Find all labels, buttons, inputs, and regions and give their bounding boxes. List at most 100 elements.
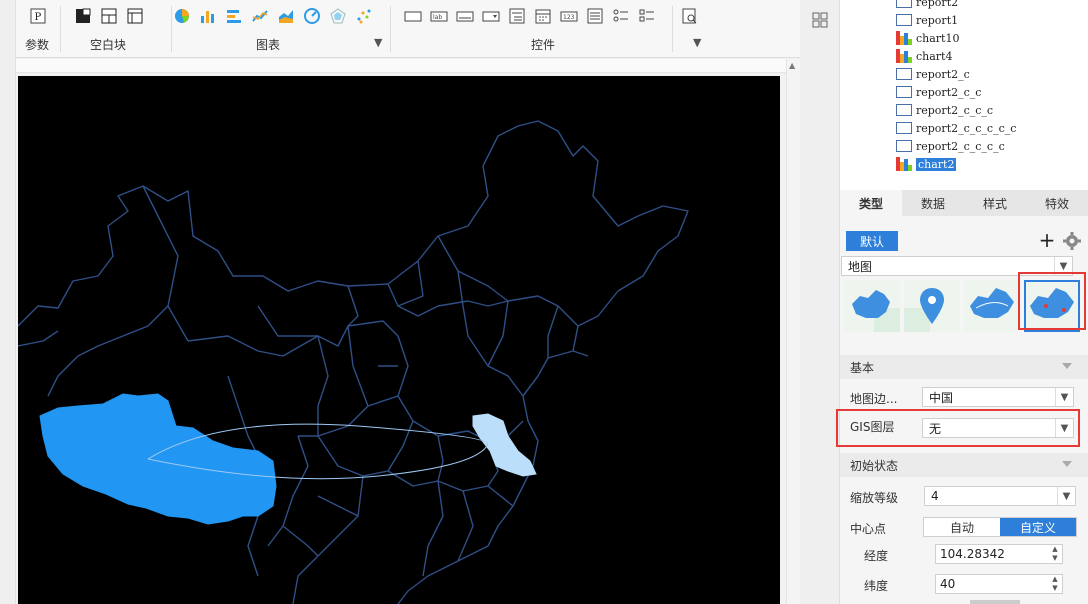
side-icon-rail bbox=[800, 0, 840, 604]
svg-text:lab: lab bbox=[433, 14, 442, 21]
gauge-chart-icon[interactable] bbox=[302, 6, 322, 26]
gear-icon[interactable] bbox=[1062, 231, 1082, 251]
radio-group-widget-icon[interactable] bbox=[611, 6, 631, 26]
tab-3[interactable]: 特效 bbox=[1026, 190, 1088, 216]
tree-item-chart[interactable]: chart4 bbox=[896, 48, 952, 64]
label-widget-icon[interactable]: lab bbox=[429, 6, 449, 26]
collapse-icon bbox=[1062, 363, 1072, 369]
tree-item-label: report1 bbox=[916, 13, 959, 27]
map-border-value: 中国 bbox=[929, 390, 954, 405]
insert-toolbar: P 参数 空白块 图表 ▼ lab 123 控件 ▼ bbox=[16, 0, 800, 58]
tree-item-report[interactable]: report2_c_c_c_c bbox=[896, 138, 1005, 154]
panel-scroll-thumb[interactable] bbox=[970, 600, 1020, 604]
gis-layer-value: 无 bbox=[929, 421, 942, 436]
tree-item-chart[interactable]: chart2 bbox=[896, 156, 957, 172]
map-border-select[interactable]: 中国 ▼ bbox=[922, 387, 1074, 407]
scroll-up-icon[interactable]: ▲ bbox=[789, 61, 795, 70]
map-canvas[interactable] bbox=[18, 76, 780, 604]
param-group: P 参数 bbox=[16, 0, 60, 58]
component-tree-icon[interactable] bbox=[812, 12, 828, 28]
left-collapse-strip[interactable] bbox=[0, 0, 16, 604]
map-border-label: 地图边... bbox=[850, 392, 898, 406]
textbox-widget-icon[interactable] bbox=[455, 6, 475, 26]
layout-block-icon[interactable] bbox=[125, 6, 145, 26]
number-widget-icon[interactable]: 123 bbox=[559, 6, 579, 26]
gis-layer-label: GIS图层 bbox=[850, 420, 895, 434]
list-widget-icon[interactable] bbox=[585, 6, 605, 26]
tree-item-report[interactable]: report2_c_c_c bbox=[896, 102, 993, 118]
basic-section-header[interactable]: 基本 bbox=[840, 355, 1088, 379]
hbar-chart-icon[interactable] bbox=[224, 6, 244, 26]
tree-item-label: chart2 bbox=[916, 157, 957, 171]
report-icon bbox=[896, 68, 912, 80]
stepper-icon[interactable]: ▲ ▼ bbox=[1048, 575, 1062, 593]
tree-item-report[interactable]: report2_c_c bbox=[896, 84, 981, 100]
center-custom-option[interactable]: 自定义 bbox=[1000, 518, 1076, 536]
tree-item-report[interactable]: report2 bbox=[896, 0, 958, 10]
combo-widget-icon[interactable] bbox=[481, 6, 501, 26]
collapse-icon bbox=[1062, 461, 1072, 467]
longitude-value: 104.28342 bbox=[940, 547, 1005, 561]
radar-chart-icon[interactable] bbox=[328, 6, 348, 26]
chevron-down-icon: ▼ bbox=[1055, 419, 1073, 437]
tree-item-report[interactable]: report2_c bbox=[896, 66, 970, 82]
tree-item-chart[interactable]: chart10 bbox=[896, 30, 959, 46]
tab-2[interactable]: 样式 bbox=[964, 190, 1026, 216]
longitude-input[interactable]: 104.28342 ▲ ▼ bbox=[935, 544, 1063, 564]
absolute-block-icon[interactable] bbox=[73, 6, 93, 26]
report-icon bbox=[896, 0, 912, 8]
dropdown-tree-widget-icon[interactable] bbox=[507, 6, 527, 26]
widget-label: 控件 bbox=[531, 38, 556, 52]
chart-icon bbox=[896, 157, 912, 171]
search-widget-icon[interactable] bbox=[680, 6, 700, 26]
pie-chart-icon[interactable] bbox=[172, 6, 192, 26]
zoom-level-value: 4 bbox=[931, 489, 939, 503]
svg-text:P: P bbox=[35, 12, 42, 23]
center-auto-option[interactable]: 自动 bbox=[924, 518, 1000, 536]
area-chart-icon[interactable] bbox=[276, 6, 296, 26]
tree-item-label: chart4 bbox=[916, 49, 953, 63]
widget-group: lab 123 控件 ▼ bbox=[391, 0, 701, 58]
tree-item-label: report2_c bbox=[916, 67, 970, 81]
designer-window: P 参数 空白块 图表 ▼ lab 123 控件 ▼ ▲ report2 rep… bbox=[0, 0, 1088, 604]
scatter-chart-icon[interactable] bbox=[354, 6, 374, 26]
tree-item-report[interactable]: report1 bbox=[896, 12, 958, 28]
line-chart-icon[interactable] bbox=[250, 6, 270, 26]
latitude-value: 40 bbox=[940, 577, 956, 591]
widget-expand-icon[interactable]: ▼ bbox=[693, 36, 701, 49]
tab-0[interactable]: 类型 bbox=[840, 190, 902, 216]
tab-block-icon[interactable] bbox=[99, 6, 119, 26]
zoom-level-select[interactable]: 4 ▼ bbox=[924, 486, 1076, 506]
chart-label: 图表 bbox=[256, 38, 281, 52]
chart-icon bbox=[896, 49, 912, 63]
tree-item-report[interactable]: report2_c_c_c_c_c bbox=[896, 120, 1016, 136]
add-icon[interactable]: + bbox=[1037, 230, 1057, 251]
region-map-thumb[interactable] bbox=[844, 280, 900, 332]
point-map-thumb[interactable] bbox=[904, 280, 960, 332]
latitude-input[interactable]: 40 ▲ ▼ bbox=[935, 574, 1063, 594]
divider bbox=[672, 6, 673, 52]
line-map-thumb[interactable] bbox=[964, 280, 1020, 332]
initial-state-header[interactable]: 初始状态 bbox=[840, 453, 1088, 477]
bar-chart-icon[interactable] bbox=[198, 6, 218, 26]
date-widget-icon[interactable] bbox=[533, 6, 553, 26]
svg-text:123: 123 bbox=[563, 14, 575, 21]
tree-item-label: report2_c_c_c bbox=[916, 103, 994, 117]
button-widget-icon[interactable] bbox=[403, 6, 423, 26]
tree-item-label: report2 bbox=[916, 0, 959, 9]
basic-section-title: 基本 bbox=[850, 360, 875, 375]
initial-state-title: 初始状态 bbox=[850, 458, 899, 473]
tab-1[interactable]: 数据 bbox=[902, 190, 964, 216]
param-icon[interactable]: P bbox=[28, 6, 48, 26]
chart-expand-icon[interactable]: ▼ bbox=[374, 36, 382, 49]
gis-layer-select[interactable]: 无 ▼ bbox=[922, 418, 1074, 438]
tree-item-label: chart10 bbox=[916, 31, 960, 45]
property-panel: report2 report1 chart10 chart4 report2_crepo… bbox=[836, 0, 1088, 604]
chevron-down-icon: ▼ bbox=[1057, 487, 1075, 505]
report-icon bbox=[896, 86, 912, 98]
stepper-icon[interactable]: ▲ ▼ bbox=[1048, 545, 1062, 563]
checkbox-group-widget-icon[interactable] bbox=[637, 6, 657, 26]
canvas-scrollbar[interactable]: ▲ bbox=[786, 59, 800, 604]
default-chart-button[interactable]: 默认 bbox=[846, 231, 898, 251]
horizontal-ruler bbox=[16, 59, 800, 73]
